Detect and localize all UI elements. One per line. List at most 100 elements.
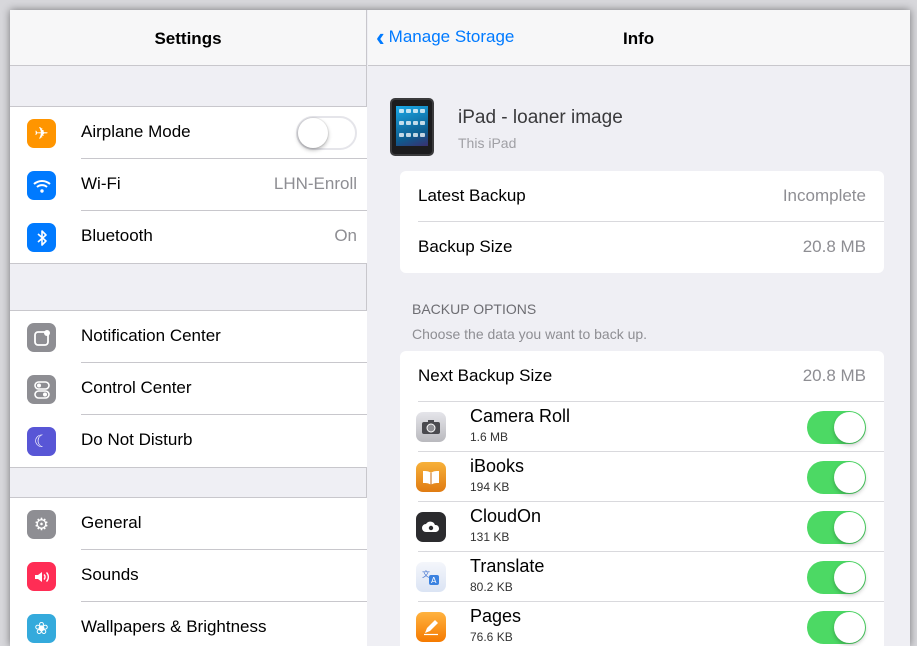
ibooks-backup-toggle[interactable] — [807, 461, 866, 494]
app-name: iBooks — [470, 456, 525, 476]
chevron-left-icon: ‹ — [376, 22, 385, 52]
sidebar-item-wifi[interactable]: Wi-Fi LHN-Enroll — [10, 159, 367, 211]
toggle-knob — [834, 512, 865, 543]
sidebar-item-label: Bluetooth — [81, 226, 153, 245]
app-row-translate: 文A Translate 80.2 KB — [400, 552, 884, 602]
backup-options-header: BACKUP OPTIONS — [412, 301, 537, 317]
translate-backup-toggle[interactable] — [807, 561, 866, 594]
speaker-icon — [27, 562, 56, 591]
toggle-knob — [834, 612, 865, 643]
app-grid-dot — [406, 109, 411, 113]
app-grid-dot — [399, 109, 404, 113]
svg-text:A: A — [431, 576, 437, 585]
app-grid-dot — [413, 121, 418, 125]
app-grid-dot — [420, 133, 425, 137]
gear-icon: ⚙ — [27, 510, 56, 539]
pages-icon — [416, 612, 446, 642]
notification-center-icon — [27, 323, 56, 352]
page-title: Info — [623, 29, 655, 48]
settings-title: Settings — [154, 29, 222, 48]
sidebar-item-sounds[interactable]: Sounds — [10, 550, 367, 602]
ipad-device-icon — [390, 98, 434, 156]
camera-icon — [416, 412, 446, 442]
app-grid-dot — [413, 133, 418, 137]
sidebar-item-label: Airplane Mode — [81, 122, 191, 141]
ibooks-icon — [416, 462, 446, 492]
app-grid-dot — [406, 133, 411, 137]
app-row-camera-roll: Camera Roll 1.6 MB — [400, 402, 884, 452]
cloudon-backup-toggle[interactable] — [807, 511, 866, 544]
app-size: 131 KB — [470, 530, 510, 544]
camera-roll-backup-toggle[interactable] — [807, 411, 866, 444]
toggle-knob — [834, 412, 865, 443]
svg-text:文: 文 — [422, 569, 430, 579]
sidebar-item-airplane-mode[interactable]: ✈ Airplane Mode — [10, 107, 367, 159]
control-center-icon — [27, 375, 56, 404]
next-backup-size-label: Next Backup Size — [418, 366, 553, 385]
moon-icon: ☾ — [27, 427, 56, 456]
next-backup-size-row: Next Backup Size 20.8 MB — [400, 351, 884, 402]
latest-backup-value: Incomplete — [782, 186, 866, 205]
sidebar-item-label: Wi-Fi — [81, 174, 121, 193]
toggle-knob — [834, 462, 865, 493]
app-size: 80.2 KB — [470, 580, 513, 594]
app-name: Camera Roll — [470, 406, 571, 426]
translate-icon: 文A — [416, 562, 446, 592]
flower-icon: ❀ — [27, 614, 56, 643]
bluetooth-status-value: On — [334, 226, 357, 245]
device-subtitle: This iPad — [458, 135, 517, 151]
info-pane: ‹ Manage Storage Info iPad - loaner imag… — [368, 10, 910, 646]
app-size: 194 KB — [470, 480, 510, 494]
ipad-screen: Settings ✈ Airplane Mode Wi-Fi LHN-Enrol… — [10, 10, 910, 646]
sidebar-item-bluetooth[interactable]: Bluetooth On — [10, 211, 367, 263]
app-name: CloudOn — [470, 506, 542, 526]
settings-navbar: Settings — [10, 10, 366, 66]
app-row-ibooks: iBooks 194 KB — [400, 452, 884, 502]
airplane-mode-toggle[interactable] — [296, 116, 357, 150]
backup-options-card: Next Backup Size 20.8 MB Camera Roll 1.6… — [400, 351, 884, 646]
app-grid-dot — [399, 133, 404, 137]
backup-info-card: Latest Backup Incomplete Backup Size 20.… — [400, 171, 884, 273]
pages-backup-toggle[interactable] — [807, 611, 866, 644]
settings-group-connectivity: ✈ Airplane Mode Wi-Fi LHN-Enroll Bluetoo… — [10, 106, 367, 264]
latest-backup-label: Latest Backup — [418, 186, 526, 205]
app-grid-dot — [406, 121, 411, 125]
sidebar-item-label: General — [81, 513, 142, 532]
app-grid-dot — [399, 121, 404, 125]
back-button[interactable]: ‹ Manage Storage — [376, 22, 515, 52]
next-backup-size-value: 20.8 MB — [802, 366, 866, 385]
app-row-pages: Pages 76.6 KB — [400, 602, 884, 646]
back-button-label: Manage Storage — [388, 27, 515, 46]
app-grid-dot — [420, 121, 425, 125]
backup-options-description: Choose the data you want to back up. — [412, 326, 648, 342]
sidebar-item-label: Notification Center — [81, 326, 221, 345]
latest-backup-row: Latest Backup Incomplete — [400, 171, 884, 222]
app-name: Translate — [470, 556, 545, 576]
sidebar-item-notification-center[interactable]: Notification Center — [10, 311, 367, 363]
app-size: 76.6 KB — [470, 630, 513, 644]
sidebar-item-label: Do Not Disturb — [81, 430, 193, 449]
sidebar-item-label: Wallpapers & Brightness — [81, 617, 267, 636]
device-name: iPad - loaner image — [458, 107, 623, 128]
airplane-icon: ✈ — [27, 119, 56, 148]
backup-size-value: 20.8 MB — [802, 237, 866, 256]
app-row-cloudon: CloudOn 131 KB — [400, 502, 884, 552]
sidebar-item-label: Sounds — [81, 565, 139, 584]
sidebar-item-label: Control Center — [81, 378, 192, 397]
app-grid-dot — [420, 109, 425, 113]
toggle-knob — [298, 118, 328, 148]
sidebar-item-general[interactable]: ⚙ General — [10, 498, 367, 550]
settings-group-notifications: Notification Center Control Center ☾ Do … — [10, 310, 367, 468]
info-navbar: ‹ Manage Storage Info — [368, 10, 910, 66]
settings-sidebar: Settings ✈ Airplane Mode Wi-Fi LHN-Enrol… — [10, 10, 367, 646]
toggle-knob — [834, 562, 865, 593]
sidebar-item-do-not-disturb[interactable]: ☾ Do Not Disturb — [10, 415, 367, 467]
sidebar-item-wallpapers[interactable]: ❀ Wallpapers & Brightness — [10, 602, 367, 646]
backup-size-row: Backup Size 20.8 MB — [400, 222, 884, 273]
settings-group-device: ⚙ General Sounds ❀ Wallpapers & Brightne… — [10, 497, 367, 646]
wifi-network-value: LHN-Enroll — [273, 174, 357, 193]
cloudon-icon — [416, 512, 446, 542]
app-grid-dot — [413, 109, 418, 113]
sidebar-item-control-center[interactable]: Control Center — [10, 363, 367, 415]
ipad-device-screen — [396, 106, 428, 146]
